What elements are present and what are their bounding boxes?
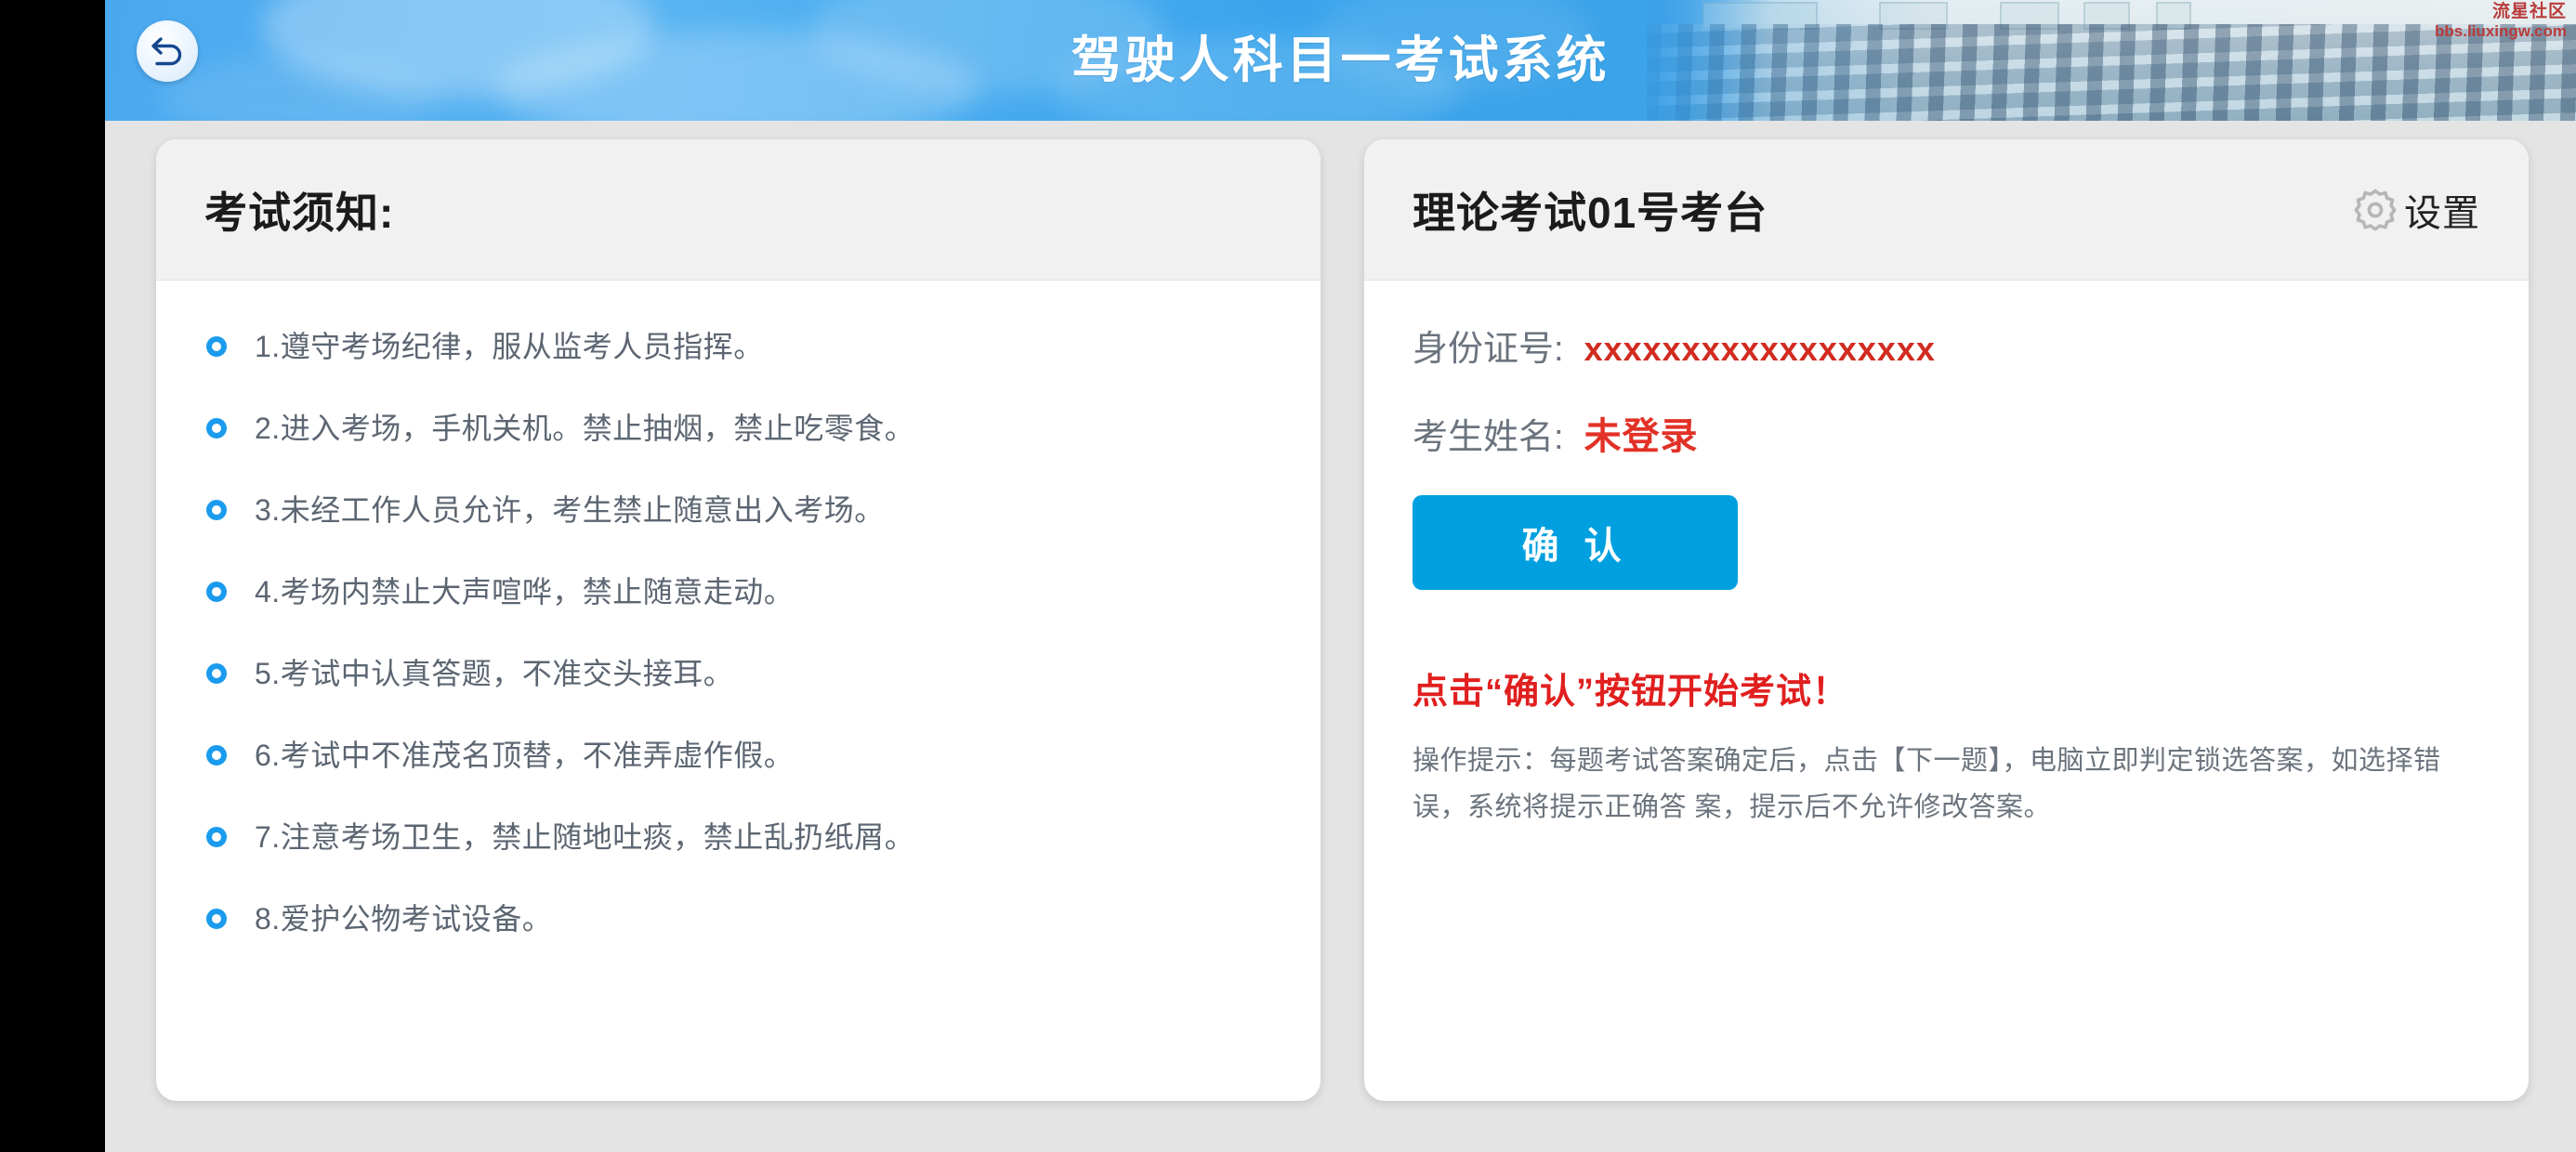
notice-item-text: 1.遵守考场纪律，服从监考人员指挥。 bbox=[255, 330, 764, 363]
notice-item-text: 7.注意考场卫生，禁止随地吐痰，禁止乱扔纸屑。 bbox=[255, 820, 915, 854]
id-number-row: 身份证号: xxxxxxxxxxxxxxxxxx bbox=[1413, 320, 2480, 371]
back-button[interactable] bbox=[137, 20, 198, 82]
operation-hint-text: 操作提示：每题考试答案确定后，点击【下一题】，电脑立即判定锁选答案，如选择错误，… bbox=[1413, 746, 2441, 822]
gear-icon bbox=[2350, 185, 2400, 235]
bullet-icon bbox=[206, 745, 227, 766]
settings-label: 设置 bbox=[2404, 192, 2480, 234]
exam-station-card: 理论考试01号考台 设置 身份证号: xxxxxxxxxxxxxxxxxx 考生… bbox=[1364, 139, 2529, 1101]
list-item: 5.考试中认真答题，不准交头接耳。 bbox=[156, 645, 1321, 727]
bullet-icon bbox=[206, 500, 227, 520]
exam-card-header: 理论考试01号考台 设置 bbox=[1364, 139, 2529, 281]
app-root: 流星社区 bbs.liuxingw.com 驾驶人科目一考试系统 考试须知: 1… bbox=[0, 0, 2576, 1152]
list-item: 2.进入考场，手机关机。禁止抽烟，禁止吃零食。 bbox=[156, 399, 1321, 481]
exam-card-body: 身份证号: xxxxxxxxxxxxxxxxxx 考生姓名: 未登录 确 认 点… bbox=[1364, 281, 2529, 831]
list-item: 1.遵守考场纪律，服从监考人员指挥。 bbox=[156, 318, 1321, 399]
notice-item-text: 6.考试中不准茂名顶替，不准弄虚作假。 bbox=[255, 739, 795, 772]
list-item: 8.爱护公物考试设备。 bbox=[156, 890, 1321, 972]
bullet-icon bbox=[206, 418, 227, 439]
bullet-icon bbox=[206, 909, 227, 929]
notice-list: 1.遵守考场纪律，服从监考人员指挥。 2.进入考场，手机关机。禁止抽烟，禁止吃零… bbox=[156, 281, 1321, 972]
list-item: 4.考场内禁止大声喧哗，禁止随意走动。 bbox=[156, 563, 1321, 645]
main-content: 考试须知: 1.遵守考场纪律，服从监考人员指挥。 2.进入考场，手机关机。禁止抽… bbox=[105, 121, 2576, 1152]
candidate-name-label: 考生姓名: bbox=[1413, 418, 1564, 457]
left-black-gutter bbox=[0, 0, 105, 1152]
notice-item-text: 2.进入考场，手机关机。禁止抽烟，禁止吃零食。 bbox=[255, 412, 915, 445]
notice-item-text: 5.考试中认真答题，不准交头接耳。 bbox=[255, 657, 734, 690]
candidate-name-value: 未登录 bbox=[1584, 416, 1699, 457]
notice-card-header: 考试须知: bbox=[156, 139, 1321, 281]
bullet-icon bbox=[206, 663, 227, 684]
id-number-label: 身份证号: bbox=[1413, 330, 1564, 369]
app-header: 流星社区 bbs.liuxingw.com 驾驶人科目一考试系统 bbox=[105, 0, 2576, 121]
id-number-value: xxxxxxxxxxxxxxxxxx bbox=[1584, 330, 1936, 368]
exam-station-title: 理论考试01号考台 bbox=[1413, 188, 1768, 237]
back-arrow-icon bbox=[148, 33, 187, 70]
cards-container: 考试须知: 1.遵守考场纪律，服从监考人员指挥。 2.进入考场，手机关机。禁止抽… bbox=[105, 121, 2576, 1152]
page-title: 驾驶人科目一考试系统 bbox=[1071, 33, 1610, 88]
bullet-icon bbox=[206, 336, 227, 357]
exam-notice-card: 考试须知: 1.遵守考场纪律，服从监考人员指挥。 2.进入考场，手机关机。禁止抽… bbox=[156, 139, 1321, 1101]
notice-item-text: 4.考场内禁止大声喧哗，禁止随意走动。 bbox=[255, 575, 795, 609]
candidate-name-row: 考生姓名: 未登录 bbox=[1413, 406, 2480, 460]
notice-item-text: 3.未经工作人员允许，考生禁止随意出入考场。 bbox=[255, 493, 885, 527]
bullet-icon bbox=[206, 827, 227, 847]
bullet-icon bbox=[206, 582, 227, 602]
confirm-button[interactable]: 确 认 bbox=[1413, 495, 1738, 590]
settings-button[interactable]: 设置 bbox=[2350, 183, 2480, 237]
list-item: 7.注意考场卫生，禁止随地吐痰，禁止乱扔纸屑。 bbox=[156, 808, 1321, 890]
notice-item-text: 8.爱护公物考试设备。 bbox=[255, 902, 553, 936]
list-item: 3.未经工作人员允许，考生禁止随意出入考场。 bbox=[156, 481, 1321, 563]
start-exam-hint: 点击“确认”按钮开始考试！ bbox=[1413, 673, 1849, 712]
notice-card-title: 考试须知: bbox=[204, 188, 395, 237]
list-item: 6.考试中不准茂名顶替，不准弄虚作假。 bbox=[156, 727, 1321, 808]
